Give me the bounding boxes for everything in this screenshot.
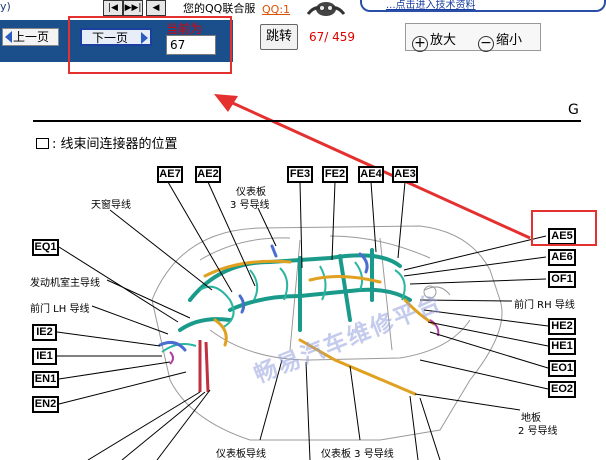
label-sunroof-wire: 天窗导线 <box>91 200 131 211</box>
label-front-door-lh: 前门 LH 导线 <box>30 304 90 315</box>
label-floor-2: 2 号导线 <box>518 426 558 437</box>
connector-ae3: AE3 <box>392 166 418 183</box>
header-rule <box>33 120 581 122</box>
label-front-door-rh: 前门 RH 导线 <box>514 300 575 311</box>
page-section-letter: G <box>568 102 579 118</box>
connector-eq1: EQ1 <box>32 239 59 256</box>
red-highlight-nav <box>68 16 232 74</box>
connector-he1: HE1 <box>548 338 576 355</box>
connector-square-icon <box>36 138 49 149</box>
connector-ie2: IE2 <box>32 324 57 341</box>
connector-he2: HE2 <box>548 318 576 335</box>
label-ip3-wire-bottom: 仪表板 3 号导线 <box>321 449 394 460</box>
connector-eo1: EO1 <box>548 360 576 377</box>
harness-red <box>198 340 210 393</box>
connector-fe2: FE2 <box>322 166 348 183</box>
connector-ie1: IE1 <box>32 348 57 365</box>
connector-fe3: FE3 <box>287 166 313 183</box>
red-highlight-ae5 <box>531 210 597 246</box>
connector-ae6: AE6 <box>548 249 576 266</box>
label-ip-wire-2: 3 号导线 <box>230 200 270 211</box>
label-ip-wire-bottom: 仪表板导线 <box>216 449 266 460</box>
section-title: : 线束间连接器的位置 <box>36 133 178 152</box>
connector-ae4: AE4 <box>358 166 384 183</box>
connector-ae2: AE2 <box>195 166 221 183</box>
connector-eo2: EO2 <box>548 381 576 398</box>
section-title-text: : 线束间连接器的位置 <box>52 137 178 152</box>
leader-lines <box>56 181 549 460</box>
connector-ae7: AE7 <box>157 166 183 183</box>
connector-en2: EN2 <box>32 396 59 413</box>
connector-of1: OF1 <box>548 271 576 288</box>
label-engine-main: 发动机室主导线 <box>30 278 100 289</box>
connector-en1: EN1 <box>32 371 59 388</box>
